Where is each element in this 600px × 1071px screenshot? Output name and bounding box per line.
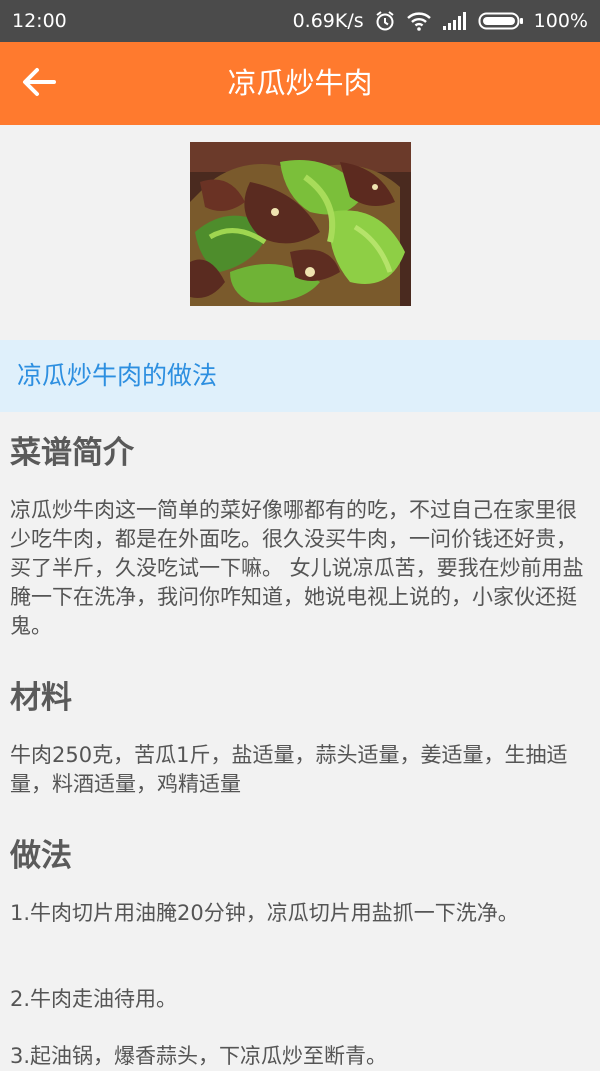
- intro-heading: 菜谱简介: [10, 435, 134, 471]
- page-title: 凉瓜炒牛肉: [227, 66, 373, 100]
- alarm-icon: [374, 10, 396, 32]
- app-bar: 凉瓜炒牛肉: [0, 42, 600, 125]
- method-step: 1.牛肉切片用油腌20分钟，凉瓜切片用盐抓一下洗净。: [10, 901, 519, 925]
- status-time: 12:00: [12, 10, 67, 32]
- intro-text: 凉瓜炒牛肉这一简单的菜好像哪都有的吃，不过自己在家里很少吃牛肉，都是在外面吃。很…: [10, 498, 584, 638]
- signal-icon: [442, 11, 468, 31]
- materials-text: 牛肉250克，苦瓜1斤，盐适量，蒜头适量，姜适量，生抽适量，料酒适量，鸡精适量: [10, 743, 568, 796]
- status-indicators: 0.69K/s 100%: [293, 10, 588, 32]
- battery-level: 100%: [533, 10, 588, 32]
- method-step: 2.牛肉走油待用。: [10, 987, 178, 1011]
- wifi-icon: [406, 11, 432, 31]
- recipe-section-title: 凉瓜炒牛肉的做法: [0, 340, 600, 412]
- back-arrow-icon: [22, 67, 56, 101]
- status-bar: 12:00 0.69K/s 100%: [0, 0, 600, 42]
- network-speed: 0.69K/s: [292, 10, 364, 32]
- method-heading: 做法: [10, 838, 72, 874]
- dish-photo: [190, 142, 411, 306]
- back-button[interactable]: [18, 64, 60, 104]
- materials-heading: 材料: [10, 680, 72, 716]
- battery-icon: [478, 11, 524, 31]
